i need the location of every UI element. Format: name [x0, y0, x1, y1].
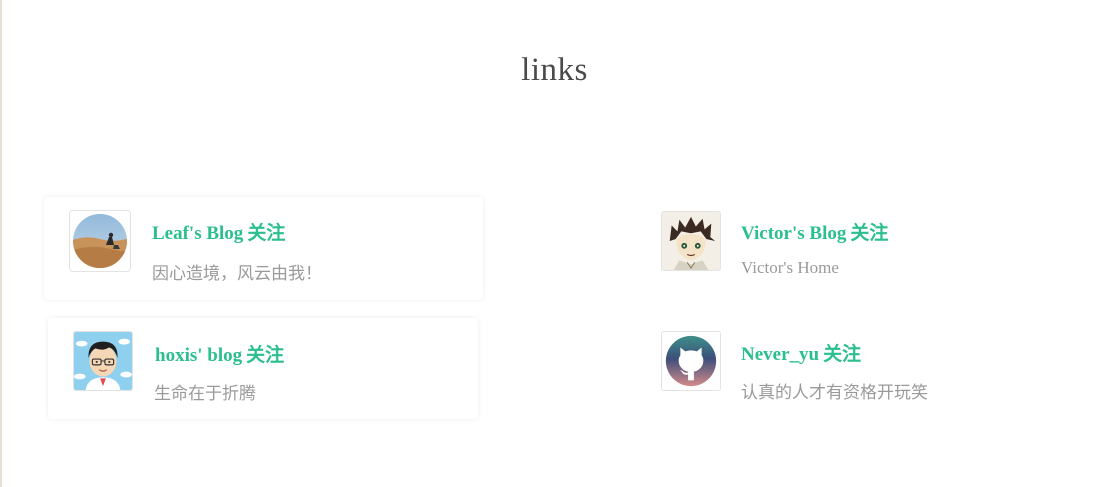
cartoon-boy-glasses-avatar-icon[interactable] — [73, 331, 133, 391]
page-title: links — [521, 52, 588, 88]
desert-photo-avatar-icon[interactable] — [69, 210, 131, 272]
link-description: 认真的人才有资格开玩笑 — [741, 383, 928, 402]
follow-label[interactable]: 关注 — [246, 344, 284, 366]
link-description: Victor's Home — [741, 258, 839, 277]
link-name[interactable]: hoxis' blog — [155, 345, 242, 366]
link-description: 因心造境，风云由我！ — [152, 264, 322, 283]
follow-label[interactable]: 关注 — [850, 222, 888, 244]
link-title[interactable]: Leaf's Blog 关注 — [152, 218, 285, 245]
follow-label[interactable]: 关注 — [823, 343, 861, 365]
anime-character-avatar-icon[interactable] — [661, 211, 721, 271]
link-name[interactable]: Never_yu — [741, 344, 819, 365]
github-octocat-avatar-icon[interactable] — [661, 331, 721, 391]
link-title[interactable]: Never_yu 关注 — [741, 339, 861, 366]
link-description: 生命在于折腾 — [154, 384, 256, 403]
follow-label[interactable]: 关注 — [247, 222, 285, 244]
link-title[interactable]: Victor's Blog 关注 — [741, 218, 888, 245]
link-card-leaf[interactable]: Leaf's Blog 关注 因心造境，风云由我！ — [44, 197, 483, 300]
link-card-never-yu[interactable]: Never_yu 关注 认真的人才有资格开玩笑 — [635, 318, 1075, 419]
link-name[interactable]: Leaf's Blog — [152, 223, 243, 244]
link-card-victor[interactable]: Victor's Blog 关注 Victor's Home — [635, 197, 1075, 300]
link-title[interactable]: hoxis' blog 关注 — [155, 340, 284, 367]
link-name[interactable]: Victor's Blog — [741, 223, 846, 244]
link-card-hoxis[interactable]: hoxis' blog 关注 生命在于折腾 — [48, 318, 478, 419]
